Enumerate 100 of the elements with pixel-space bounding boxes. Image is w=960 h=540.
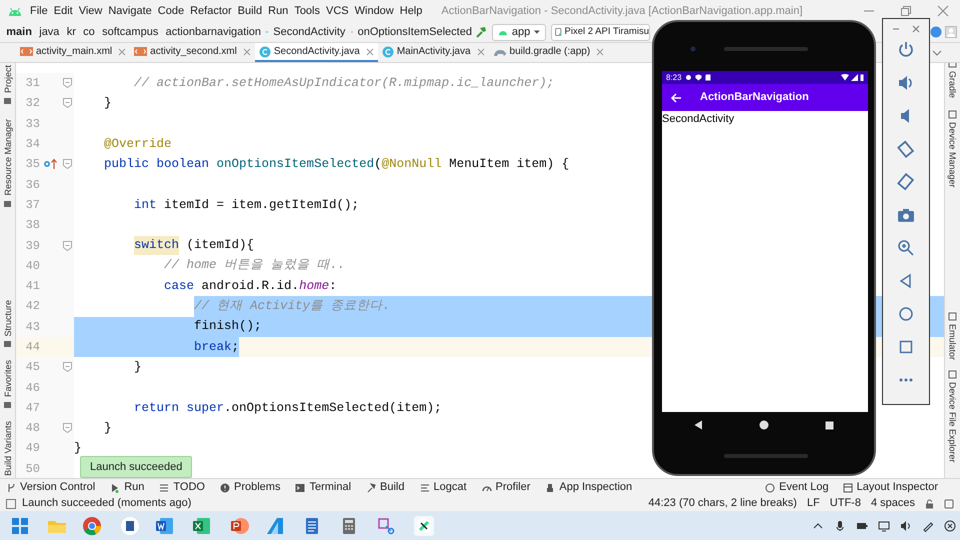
menu-item[interactable]: Navigate bbox=[105, 0, 155, 22]
line-number: 44 bbox=[24, 339, 40, 356]
breadcrumb-item[interactable]: main bbox=[4, 24, 34, 40]
close-tab-icon[interactable] bbox=[476, 48, 485, 56]
back-icon[interactable] bbox=[694, 420, 703, 430]
power-icon[interactable] bbox=[897, 41, 915, 59]
breadcrumb-item[interactable]: SecondActivity bbox=[271, 24, 348, 40]
close-tab-icon[interactable] bbox=[366, 48, 374, 56]
fold-marker-icon[interactable] bbox=[62, 423, 72, 434]
close-tab-icon[interactable] bbox=[242, 48, 251, 56]
menu-item[interactable]: Refactor bbox=[187, 0, 235, 22]
tool-window-button[interactable]: Logcat bbox=[420, 479, 467, 496]
breadcrumb-item[interactable]: onOptionsItemSelected bbox=[356, 24, 474, 40]
document-app-icon[interactable] bbox=[120, 516, 140, 536]
menu-item[interactable]: VCS bbox=[323, 0, 352, 22]
breadcrumb-item[interactable]: softcampus bbox=[100, 24, 160, 40]
tool-window-button[interactable]: Favorites bbox=[2, 360, 14, 398]
editor-tab[interactable]: SecondActivity.java bbox=[254, 43, 378, 62]
camera-icon[interactable] bbox=[897, 206, 915, 224]
restore-icon[interactable] bbox=[900, 5, 912, 17]
fold-marker-icon[interactable] bbox=[62, 362, 72, 372]
tool-window-button[interactable]: Build Variants bbox=[2, 421, 14, 476]
editor-tab[interactable]: activity_second.xml bbox=[130, 43, 255, 62]
word-icon[interactable] bbox=[155, 516, 175, 536]
line-number: 36 bbox=[24, 176, 40, 194]
override-marker-icon[interactable] bbox=[43, 158, 57, 170]
tool-window-button[interactable]: Problems bbox=[220, 479, 280, 496]
close-circle-icon[interactable] bbox=[944, 520, 956, 532]
caret-position[interactable]: 44:23 (70 chars, 2 line breaks) bbox=[648, 495, 797, 512]
fold-marker-icon[interactable] bbox=[62, 98, 72, 108]
hammer-icon[interactable] bbox=[474, 25, 488, 39]
speaker-icon[interactable] bbox=[900, 520, 912, 532]
tool-window-button[interactable]: Run bbox=[110, 479, 144, 496]
menu-item[interactable]: Run bbox=[265, 0, 292, 22]
file-encoding[interactable]: UTF-8 bbox=[830, 495, 861, 512]
tool-icon bbox=[220, 482, 230, 492]
back-arrow-icon[interactable] bbox=[670, 92, 682, 104]
menu-item[interactable]: Edit bbox=[50, 0, 76, 22]
scissors-icon[interactable] bbox=[376, 516, 396, 536]
menu-item[interactable]: Build bbox=[234, 0, 266, 22]
tool-window-button[interactable]: Build bbox=[366, 479, 404, 496]
device-dropdown[interactable]: Pixel 2 API Tiramisu bbox=[551, 24, 650, 40]
tool-window-button[interactable]: Device Manager bbox=[946, 122, 958, 188]
close-icon[interactable] bbox=[912, 25, 920, 33]
tool-window-button[interactable]: Project bbox=[2, 65, 14, 94]
triangle-app-icon[interactable] bbox=[265, 516, 285, 536]
fold-marker-icon[interactable] bbox=[62, 78, 72, 88]
menu-item[interactable]: Window bbox=[352, 0, 397, 22]
close-tab-icon[interactable] bbox=[118, 48, 126, 56]
chrome-icon[interactable] bbox=[82, 516, 102, 536]
lock-icon[interactable] bbox=[925, 498, 934, 508]
fold-marker-icon[interactable] bbox=[62, 240, 72, 251]
breadcrumb-item[interactable]: co bbox=[81, 24, 97, 40]
tool-icon bbox=[948, 370, 957, 379]
tool-window-button[interactable]: TODO bbox=[159, 479, 205, 496]
breadcrumb-item[interactable]: kr bbox=[64, 24, 78, 40]
windows-start-icon[interactable] bbox=[10, 516, 30, 536]
overview-icon[interactable] bbox=[825, 420, 834, 430]
powerpoint-icon[interactable] bbox=[230, 516, 250, 536]
editor-tab[interactable]: MainActivity.java bbox=[378, 43, 489, 62]
fold-marker-icon[interactable] bbox=[62, 159, 72, 170]
module-dropdown[interactable]: app bbox=[492, 24, 546, 40]
tool-window-button[interactable]: Structure bbox=[2, 300, 14, 336]
line-separator[interactable]: LF bbox=[806, 495, 820, 512]
tool-window-button[interactable]: Terminal bbox=[295, 479, 352, 496]
menu-item[interactable]: View bbox=[76, 0, 106, 22]
menu-item[interactable]: Help bbox=[396, 0, 426, 22]
monitor-icon[interactable] bbox=[878, 520, 890, 532]
code-line: finish(); bbox=[193, 318, 262, 336]
home-icon[interactable] bbox=[759, 420, 769, 430]
chevron-down-icon[interactable] bbox=[932, 48, 942, 56]
breadcrumb-item[interactable]: actionbarnavigation bbox=[164, 24, 264, 40]
close-icon[interactable] bbox=[937, 5, 949, 17]
tool-window-button[interactable]: Event Log bbox=[765, 479, 829, 496]
tool-window-button[interactable]: Profiler bbox=[482, 479, 530, 496]
editor-tab[interactable]: activity_main.xml bbox=[16, 43, 130, 62]
zoom-icon[interactable] bbox=[897, 239, 915, 257]
tool-window-button[interactable]: Emulator bbox=[946, 324, 958, 360]
rotate-left-icon[interactable] bbox=[897, 140, 915, 158]
menu-item[interactable]: Tools bbox=[291, 0, 323, 22]
class-icon bbox=[258, 46, 271, 58]
line-number: 42 bbox=[24, 298, 40, 316]
pen-icon[interactable] bbox=[922, 520, 934, 532]
indent-setting[interactable]: 4 spaces bbox=[870, 495, 915, 512]
menu-item[interactable]: File bbox=[27, 0, 51, 22]
editor-tab[interactable]: build.gradle (:app) bbox=[488, 43, 608, 62]
tool-window-button[interactable]: Resource Manager bbox=[2, 119, 14, 196]
breadcrumb-item[interactable]: java bbox=[37, 24, 62, 40]
excel-icon[interactable] bbox=[192, 516, 212, 536]
rotate-right-icon[interactable] bbox=[897, 173, 915, 191]
menu-item[interactable]: Code bbox=[154, 0, 188, 22]
tool-window-button[interactable]: Version Control bbox=[6, 479, 96, 496]
panel-icon[interactable] bbox=[6, 498, 16, 508]
tool-window-button[interactable]: App Inspection bbox=[545, 479, 632, 496]
tool-window-button[interactable]: Layout Inspector bbox=[842, 479, 938, 496]
tool-window-button[interactable]: Device File Explorer bbox=[946, 382, 958, 462]
microphone-icon[interactable] bbox=[834, 520, 846, 532]
tool-window-button[interactable]: Gradle bbox=[946, 71, 958, 98]
close-tab-icon[interactable] bbox=[596, 48, 604, 56]
signal-icon bbox=[851, 74, 858, 81]
